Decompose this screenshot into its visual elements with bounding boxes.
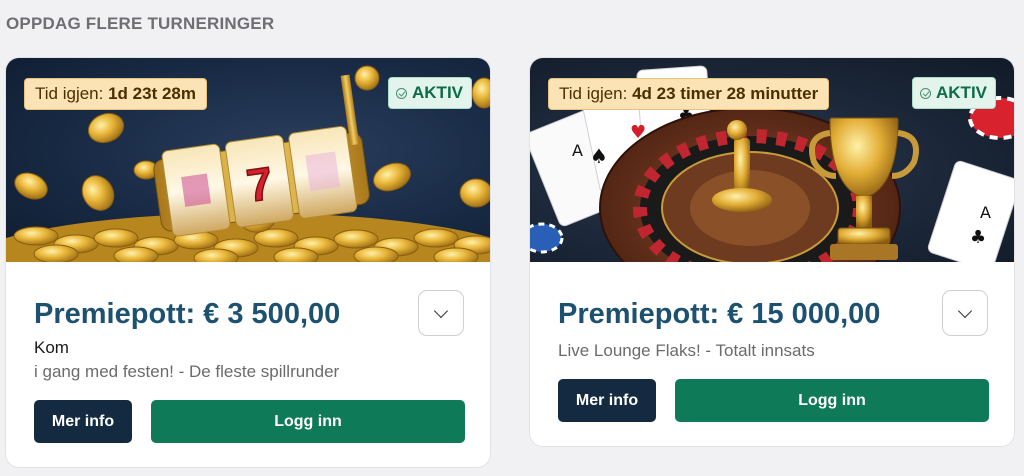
chevron-down-icon	[957, 303, 973, 318]
time-remaining-badge: Tid igjen: 4d 23 timer 28 minutter	[548, 78, 830, 110]
check-circle-icon	[920, 87, 931, 99]
status-badge: AKTIV	[388, 77, 472, 109]
check-circle-icon	[396, 87, 407, 99]
chevron-down-icon	[433, 303, 449, 318]
svg-text:A: A	[572, 141, 583, 160]
time-remaining-value: 4d 23 timer 28 minutter	[632, 84, 819, 103]
login-button[interactable]: Logg inn	[151, 400, 465, 443]
tournament-banner-image: A ♠ ♥ ♣ A ♣ Tid igjen: 4d 23 timer 28 mi…	[530, 58, 1014, 262]
login-button[interactable]: Logg inn	[675, 379, 989, 422]
description-line-1: Kom	[34, 338, 69, 357]
tournament-card: 7 Tid igjen: 1d 23t 28m AKTIV Premiepott…	[5, 57, 491, 468]
more-info-button[interactable]: Mer info	[34, 400, 132, 443]
status-label: AKTIV	[936, 83, 987, 102]
tournament-banner-image: 7 Tid igjen: 1d 23t 28m AKTIV	[6, 58, 490, 262]
prize-pool: Premiepott: € 3 500,00	[34, 298, 341, 330]
section-title: OPPDAG FLERE TURNERINGER	[6, 14, 275, 33]
time-remaining-value: 1d 23t 28m	[108, 84, 196, 103]
description-line-2: i gang med festen! - De fleste spillrund…	[34, 362, 340, 381]
svg-text:♣: ♣	[970, 227, 986, 248]
tournament-card: A ♠ ♥ ♣ A ♣ Tid igjen: 4d 23 timer 28 mi…	[529, 57, 1015, 447]
time-remaining-label: Tid igjen:	[559, 84, 628, 103]
time-remaining-badge: Tid igjen: 1d 23t 28m	[24, 78, 207, 110]
description-line-2: Live Lounge Flaks! - Totalt innsats	[558, 341, 815, 360]
expand-button[interactable]	[418, 290, 464, 336]
svg-text:A: A	[980, 203, 991, 222]
prize-pool: Premiepott: € 15 000,00	[558, 298, 881, 330]
expand-button[interactable]	[942, 290, 988, 336]
status-badge: AKTIV	[912, 77, 996, 109]
time-remaining-label: Tid igjen:	[35, 84, 104, 103]
svg-text:♠: ♠	[590, 144, 608, 168]
more-info-button[interactable]: Mer info	[558, 379, 656, 422]
status-label: AKTIV	[412, 83, 463, 102]
